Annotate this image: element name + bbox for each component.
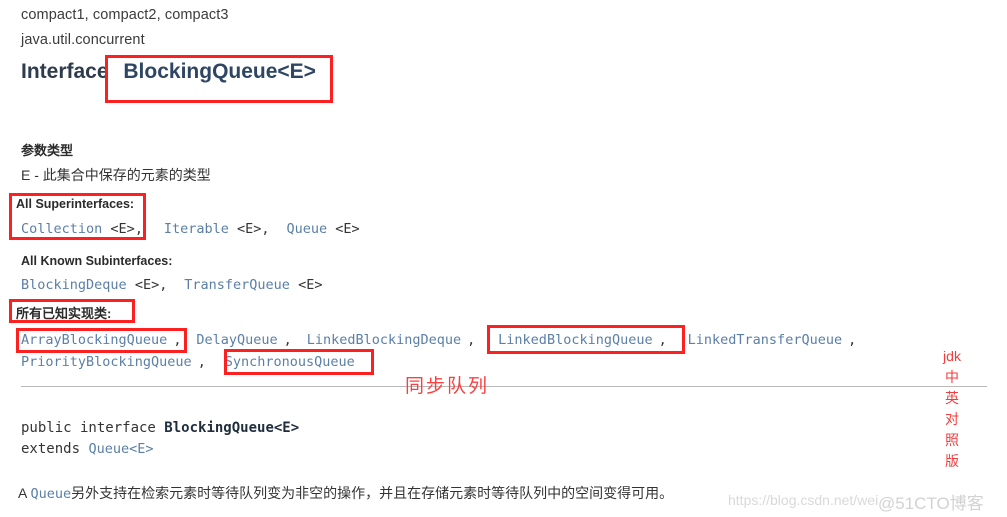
separator: ,: [197, 354, 206, 370]
side-note-char: 中: [945, 369, 959, 385]
divider-rule: [21, 386, 987, 387]
link-arrayblockingqueue[interactable]: ArrayBlockingQueue: [21, 332, 167, 348]
generic-param: <E>: [335, 221, 360, 237]
superinterfaces-label: All Superinterfaces:: [16, 197, 135, 211]
implementing-classes-label: 所有已知实现类:: [16, 306, 112, 321]
watermark-url: https://blog.csdn.net/wei: [728, 492, 879, 508]
subinterfaces-list: BlockingDeque <E>, TransferQueue <E>: [21, 276, 322, 294]
link-linkedtransferqueue[interactable]: LinkedTransferQueue: [688, 332, 842, 348]
title-interface-name: BlockingQueue<E>: [123, 60, 316, 83]
declaration-line-2: extends Queue<E>: [21, 441, 153, 457]
implementing-classes-row1: ArrayBlockingQueue, DelayQueue, LinkedBl…: [21, 331, 856, 349]
package-line: java.util.concurrent: [21, 32, 145, 48]
description-body: 另外支持在检索元素时等待队列变为非空的操作，并且在存储元素时等待队列中的空间变得…: [71, 485, 674, 501]
superinterface-item[interactable]: Collection <E>,: [21, 220, 143, 237]
watermark-site: @51CTO博客: [878, 494, 984, 513]
separator: ,: [134, 221, 143, 237]
separator: ,: [159, 277, 168, 293]
link-transferqueue[interactable]: TransferQueue: [184, 277, 290, 293]
superinterfaces-list: Collection <E>, Iterable <E>, Queue <E>: [21, 220, 360, 238]
declaration-modifiers: public interface: [21, 420, 165, 436]
link-linkedblockingqueue[interactable]: LinkedBlockingQueue: [498, 332, 652, 348]
type-parameter-entry: E - 此集合中保存的元素的类型: [21, 167, 211, 183]
link-queue-inline[interactable]: Queue: [30, 486, 71, 502]
subinterface-item[interactable]: TransferQueue <E>: [184, 276, 322, 293]
side-note-char: 版: [945, 453, 959, 469]
generic-param: <E>: [298, 277, 323, 293]
link-delayqueue[interactable]: DelayQueue: [196, 332, 277, 348]
description-paragraph: A Queue另外支持在检索元素时等待队列变为非空的操作，并且在存储元素时等待队…: [18, 483, 673, 503]
javadoc-page: compact1, compact2, compact3 java.util.c…: [0, 0, 1007, 517]
side-note-char: 对: [945, 411, 959, 427]
subinterface-item[interactable]: BlockingDeque <E>,: [21, 276, 167, 293]
separator: ,: [283, 332, 292, 348]
separator: ,: [848, 332, 857, 348]
generic-param: <E>: [134, 277, 160, 293]
side-note-char: 照: [945, 432, 959, 448]
side-note-char: 英: [945, 390, 959, 406]
description-lead: A: [18, 485, 31, 501]
link-linkedblockingdeque[interactable]: LinkedBlockingDeque: [307, 332, 461, 348]
link-queue-extends[interactable]: Queue<E>: [88, 441, 153, 457]
implementing-classes-row2: PriorityBlockingQueue, SynchronousQueue: [21, 353, 355, 371]
separator: ,: [261, 221, 270, 237]
generic-param: <E>: [110, 221, 135, 237]
link-queue[interactable]: Queue: [286, 221, 327, 237]
link-priorityblockingqueue[interactable]: PriorityBlockingQueue: [21, 354, 192, 370]
declaration-extends-keyword: extends: [21, 441, 89, 457]
separator: ,: [467, 332, 476, 348]
declaration-interface-name: BlockingQueue<E>: [164, 420, 300, 436]
link-blockingdeque[interactable]: BlockingDeque: [21, 277, 127, 293]
page-title: Interface BlockingQueue<E>: [21, 60, 316, 84]
link-synchronousqueue[interactable]: SynchronousQueue: [225, 354, 355, 370]
declaration-line-1: public interface BlockingQueue<E>: [21, 420, 299, 436]
type-parameters-heading: 参数类型: [21, 143, 74, 158]
superinterface-item[interactable]: Iterable <E>,: [164, 220, 270, 237]
side-note-char: jdk: [943, 348, 961, 364]
link-collection[interactable]: Collection: [21, 221, 102, 237]
modules-line: compact1, compact2, compact3: [21, 7, 229, 23]
side-note-column: jdk 中 英 对 照 版: [938, 346, 966, 472]
link-iterable[interactable]: Iterable: [164, 221, 229, 237]
subinterfaces-label: All Known Subinterfaces:: [21, 254, 173, 268]
separator: ,: [173, 332, 182, 348]
annotation-sync-queue: 同步队列: [405, 376, 490, 397]
title-keyword: Interface: [21, 60, 109, 83]
separator: ,: [658, 332, 667, 348]
generic-param: <E>: [237, 221, 262, 237]
superinterface-item[interactable]: Queue <E>: [286, 220, 359, 237]
